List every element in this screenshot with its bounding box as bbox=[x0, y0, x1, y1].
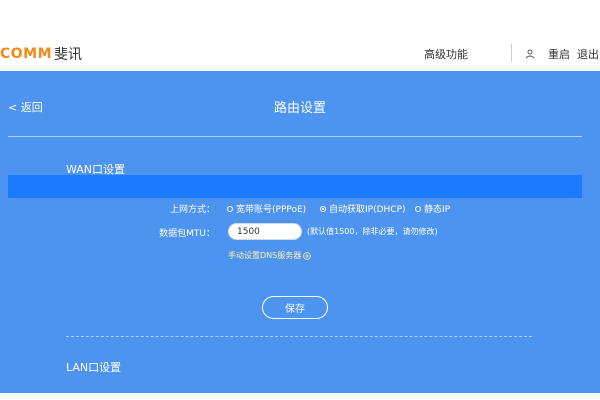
page-title: 路由设置 bbox=[273, 101, 326, 116]
radio-pppoe-label: 宽带账号(PPPoE) bbox=[236, 205, 307, 215]
radio-pppoe-indicator[interactable] bbox=[227, 205, 233, 212]
section-divider bbox=[66, 336, 532, 337]
radio-pppoe[interactable]: 宽带账号(PPPoE) bbox=[227, 202, 306, 215]
top-header: COMM 斐讯 高级功能 重启 退出 bbox=[0, 0, 600, 71]
brand-name-cn: 斐讯 bbox=[54, 47, 83, 63]
mtu-hint: (默认值1500，除非必要，请勿修改) bbox=[307, 227, 438, 236]
brand-logo: COMM 斐讯 bbox=[0, 44, 82, 64]
header-divider bbox=[8, 136, 582, 137]
nav-restart[interactable]: 重启 bbox=[548, 46, 570, 62]
save-button[interactable]: 保存 bbox=[262, 296, 328, 319]
nav-advanced-features[interactable]: 高级功能 bbox=[424, 46, 468, 62]
selection-highlight-bar bbox=[8, 175, 582, 198]
mtu-label: 数据包MTU： bbox=[159, 229, 215, 239]
radio-static-ip[interactable]: 静态IP bbox=[415, 202, 450, 215]
brand-name: COMM bbox=[0, 46, 53, 62]
plus-circle-icon[interactable] bbox=[303, 251, 312, 260]
radio-dhcp-label: 自动获取IP(DHCP) bbox=[329, 205, 406, 215]
manual-dns-label: 手动设置DNS服务器 bbox=[228, 251, 302, 260]
user-switch-icon[interactable] bbox=[525, 49, 535, 59]
nav-divider bbox=[511, 44, 512, 62]
mtu-input[interactable] bbox=[228, 223, 302, 240]
radio-static-ip-label: 静态IP bbox=[424, 205, 451, 215]
connection-type-label: 上网方式： bbox=[169, 205, 215, 215]
bottom-strip bbox=[0, 393, 600, 400]
radio-static-ip-indicator[interactable] bbox=[415, 205, 421, 212]
lan-section-title: LAN口设置 bbox=[66, 361, 122, 374]
radio-dhcp-indicator[interactable] bbox=[320, 205, 326, 212]
nav-logout[interactable]: 退出 bbox=[577, 46, 599, 62]
manual-dns-link[interactable]: 手动设置DNS服务器 bbox=[228, 250, 312, 261]
radio-dhcp[interactable]: 自动获取IP(DHCP) bbox=[320, 202, 406, 215]
router-settings-panel: < 返回 路由设置 WAN口设置 上网方式： 宽带账号(PPPoE) 自动获取I… bbox=[0, 71, 600, 393]
